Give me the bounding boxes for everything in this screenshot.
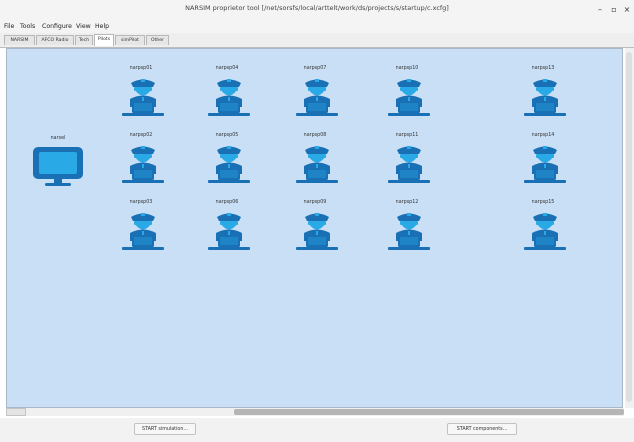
pilot-workstation-icon: [122, 213, 164, 250]
node-label: narsel: [50, 136, 66, 141]
node-label: narpsp09: [303, 200, 327, 205]
node-label: narpsp06: [215, 200, 239, 205]
pilot-workstation-icon: [208, 146, 250, 183]
node-label: narpsp10: [395, 66, 419, 71]
start-components-button[interactable]: START components...: [447, 423, 517, 435]
pilot-node-narpsp11[interactable]: narpsp11: [387, 133, 431, 185]
horizontal-scroll-thumb[interactable]: [234, 409, 624, 415]
tab-other[interactable]: Other: [146, 35, 169, 45]
tab-afco-radio[interactable]: AFCO Radio: [36, 35, 74, 45]
monitor-icon: [33, 147, 83, 186]
pilot-node-narpsp15[interactable]: narpsp15: [523, 200, 567, 252]
vertical-scroll-thumb[interactable]: [626, 52, 632, 402]
start-simulation-button[interactable]: START simulation...: [134, 423, 196, 435]
tab-simpilot[interactable]: simPilot: [115, 35, 145, 45]
pilot-node-narpsp05[interactable]: narpsp05: [207, 133, 251, 185]
horizontal-scrollbar[interactable]: [6, 408, 624, 416]
pilot-node-narpsp09[interactable]: narpsp09: [295, 200, 339, 252]
close-button[interactable]: ×: [621, 3, 633, 17]
node-label: narpsp15: [531, 200, 555, 205]
pilot-node-narpsp12[interactable]: narpsp12: [387, 200, 431, 252]
node-label: narpsp01: [129, 66, 153, 71]
tab-bar: NARSIM AFCO Radio Tech Pilots simPilot O…: [0, 33, 634, 48]
pilot-workstation-icon: [296, 146, 338, 183]
tab-pilots[interactable]: Pilots: [94, 34, 114, 46]
menu-file[interactable]: File: [4, 23, 14, 30]
minimize-button[interactable]: –: [594, 3, 606, 17]
pilot-node-narpsp14[interactable]: narpsp14: [523, 133, 567, 185]
pilot-workstation-icon: [122, 79, 164, 116]
pilot-workstation-icon: [208, 79, 250, 116]
pilot-node-narpsp08[interactable]: narpsp08: [295, 133, 339, 185]
node-label: narpsp02: [129, 133, 153, 138]
pilot-workstation-icon: [122, 146, 164, 183]
pilot-node-narpsp01[interactable]: narpsp01: [121, 66, 165, 118]
menu-configure[interactable]: Configure: [42, 23, 72, 30]
pilot-workstation-icon: [208, 213, 250, 250]
pilot-workstation-icon: [388, 213, 430, 250]
workspace-canvas: narsel narpsp01 narpsp04 narpsp07 narpsp10 n…: [6, 48, 623, 408]
vertical-scrollbar[interactable]: [625, 48, 634, 408]
pilot-node-narpsp04[interactable]: narpsp04: [207, 66, 251, 118]
menu-view[interactable]: View: [76, 23, 91, 30]
pilot-node-narpsp03[interactable]: narpsp03: [121, 200, 165, 252]
pilot-workstation-icon: [388, 79, 430, 116]
menu-bar: File Tools Configure View Help: [0, 22, 634, 33]
node-label: narpsp04: [215, 66, 239, 71]
node-label: narpsp05: [215, 133, 239, 138]
title-bar: NARSIM proprietor tool [/net/sorsfs/loca…: [0, 0, 634, 23]
pilot-node-narpsp07[interactable]: narpsp07: [295, 66, 339, 118]
scroll-left-button[interactable]: [6, 408, 26, 416]
footer-bar: START simulation... START components...: [0, 418, 634, 442]
tab-narsim[interactable]: NARSIM: [4, 35, 35, 45]
menu-help[interactable]: Help: [95, 23, 109, 30]
pilot-node-narpsp13[interactable]: narpsp13: [523, 66, 567, 118]
pilot-workstation-icon: [524, 146, 566, 183]
pilot-workstation-icon: [388, 146, 430, 183]
pilot-workstation-icon: [296, 213, 338, 250]
window-title: NARSIM proprietor tool [/net/sorsfs/loca…: [185, 4, 449, 12]
pilot-workstation-icon: [524, 79, 566, 116]
node-label: narpsp07: [303, 66, 327, 71]
pilot-workstation-icon: [296, 79, 338, 116]
node-label: narpsp11: [395, 133, 419, 138]
monitor-node[interactable]: narsel: [30, 136, 86, 186]
node-label: narpsp12: [395, 200, 419, 205]
node-label: narpsp13: [531, 66, 555, 71]
pilot-node-narpsp02[interactable]: narpsp02: [121, 133, 165, 185]
pilot-node-narpsp10[interactable]: narpsp10: [387, 66, 431, 118]
pilot-workstation-icon: [524, 213, 566, 250]
pilot-node-narpsp06[interactable]: narpsp06: [207, 200, 251, 252]
node-label: narpsp14: [531, 133, 555, 138]
menu-tools[interactable]: Tools: [20, 23, 35, 30]
node-label: narpsp03: [129, 200, 153, 205]
node-label: narpsp08: [303, 133, 327, 138]
tab-tech[interactable]: Tech: [75, 35, 93, 45]
maximize-button[interactable]: ▫: [608, 3, 620, 17]
